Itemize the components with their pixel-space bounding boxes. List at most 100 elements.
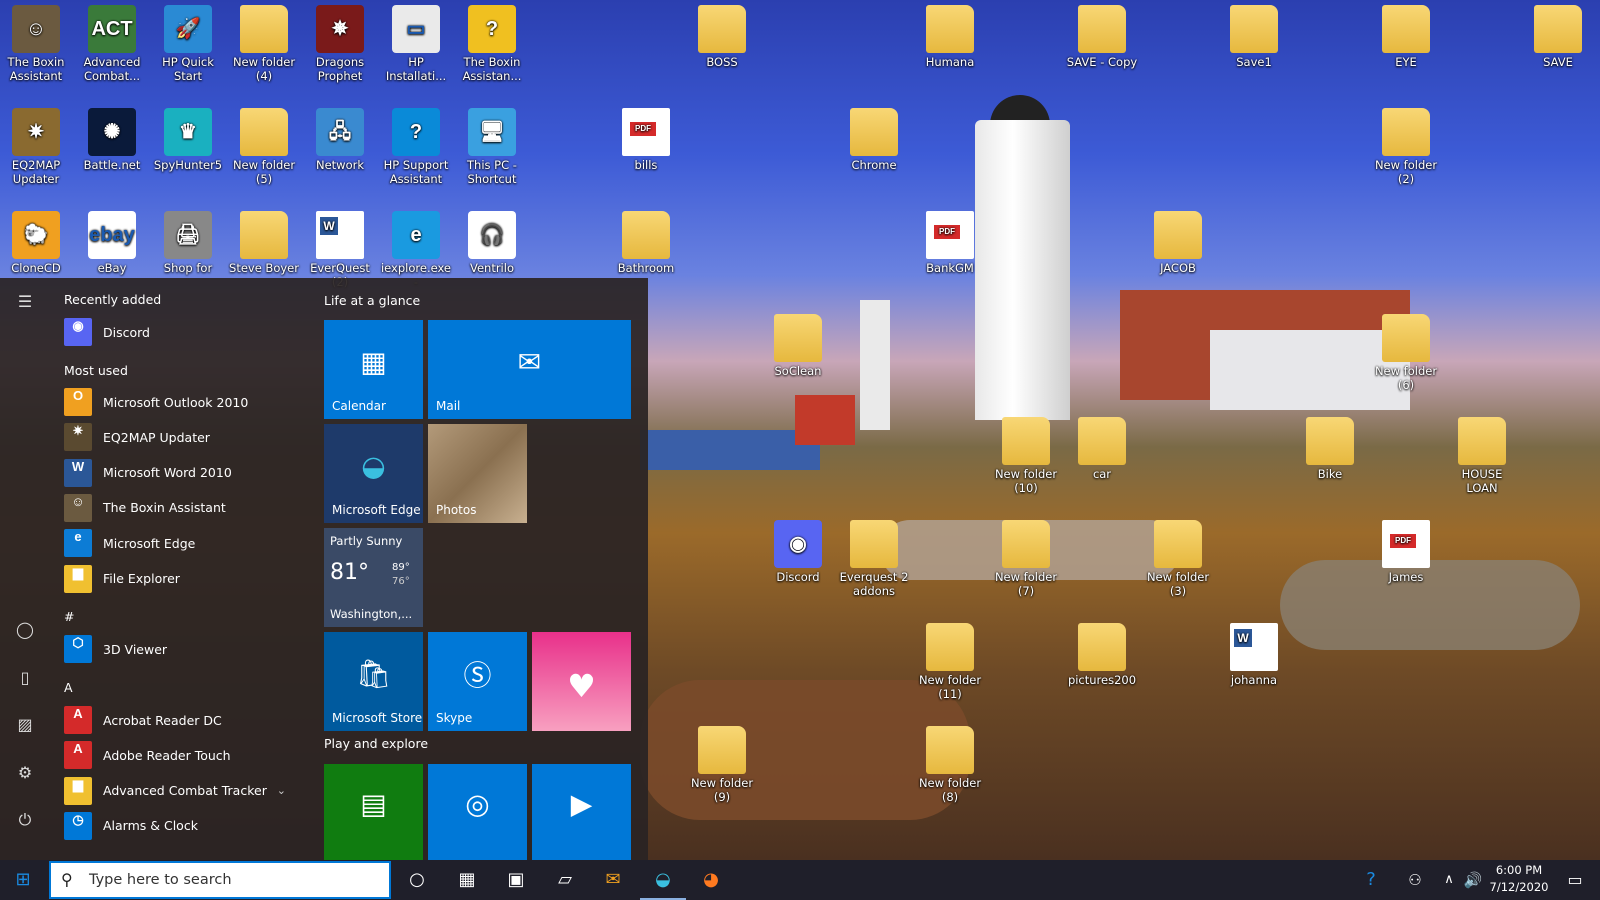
tile-candy-crush-soda[interactable]: ♥ <box>532 632 631 731</box>
tile-solitaire[interactable]: ▤ <box>324 764 423 860</box>
desktop-icon[interactable]: ? The Boxin Assistan... <box>456 5 528 83</box>
desktop-icon[interactable]: 🖨 Shop for <box>152 211 224 275</box>
desktop-icon[interactable]: Bathroom <box>610 211 682 275</box>
hash-header[interactable]: # <box>64 609 74 624</box>
desktop-icon[interactable]: bills <box>610 108 682 172</box>
notepad-icon[interactable]: ▱ <box>542 860 588 900</box>
windows-start-icon[interactable]: ⊞ <box>0 860 46 900</box>
desktop-icon[interactable]: ▭ HP Installati... <box>380 5 452 83</box>
search-box[interactable]: ⚲ Type here to search <box>49 861 391 899</box>
tile-weather[interactable]: Partly Sunny 81° 89° 76° Washington,... <box>324 528 423 627</box>
tile-movies-tv[interactable]: ▶ <box>532 764 631 860</box>
desktop-icon[interactable]: New folder (2) <box>1370 108 1442 186</box>
desktop-icon[interactable]: ✺ Battle.net <box>76 108 148 172</box>
desktop-icon[interactable]: ☺ The Boxin Assistant <box>0 5 72 83</box>
tile-microsoft-edge[interactable]: ◒ Microsoft Edge <box>324 424 423 523</box>
desktop-icon[interactable]: James <box>1370 520 1442 584</box>
tile-groove-music[interactable]: ◎ <box>428 764 527 860</box>
help-icon[interactable]: ? <box>1348 860 1394 900</box>
app-list-item[interactable]: ⬡ 3D Viewer <box>64 633 304 665</box>
app-icon: e <box>64 529 92 558</box>
folder-icon <box>698 5 746 53</box>
desktop-icon[interactable]: New folder (3) <box>1142 520 1214 598</box>
desktop-icon[interactable]: ◉ Discord <box>762 520 834 584</box>
desktop-icon[interactable]: ACT Advanced Combat... <box>76 5 148 83</box>
user-icon[interactable]: ◯ <box>13 618 37 642</box>
documents-icon[interactable]: ▯ <box>13 666 37 690</box>
desktop-icon[interactable]: johanna <box>1218 623 1290 687</box>
app-list-item[interactable]: ▆ Advanced Combat Tracker ⌄ <box>64 775 304 807</box>
chevron-down-icon[interactable]: ⌄ <box>277 784 286 797</box>
tile-photos[interactable]: Photos <box>428 424 527 523</box>
desktop-icon[interactable]: ✵ Dragons Prophet <box>304 5 376 83</box>
app-list-item[interactable]: ◷ Alarms & Clock <box>64 810 304 842</box>
desktop-icon-label: EYE <box>1395 55 1417 69</box>
desktop-icon[interactable]: SoClean <box>762 314 834 378</box>
hamburger-icon[interactable]: ☰ <box>13 290 37 314</box>
pictures-icon[interactable]: ▨ <box>13 713 37 737</box>
app-list[interactable]: Recently added ◉ Discord Most used O Micro… <box>50 278 310 860</box>
desktop-icon[interactable]: ♛ SpyHunter5 <box>152 108 224 172</box>
desktop-icon[interactable]: New folder (10) <box>990 417 1062 495</box>
task-view-icon[interactable]: ○ <box>394 860 440 900</box>
desktop-icon[interactable]: New folder (9) <box>686 726 758 804</box>
document-icon <box>316 211 364 259</box>
desktop-icon[interactable]: Chrome <box>838 108 910 172</box>
desktop-icon-label: Advanced Combat... <box>83 55 141 83</box>
app-list-item[interactable]: A Acrobat Reader DC <box>64 704 304 736</box>
desktop-icon[interactable]: SAVE - Copy <box>1066 5 1138 69</box>
desktop-icon[interactable]: New folder (7) <box>990 520 1062 598</box>
notifications-icon[interactable]: ▭ <box>1552 860 1598 900</box>
a-header[interactable]: A <box>64 680 73 695</box>
desktop-icon[interactable]: pictures200 <box>1066 623 1138 687</box>
desktop-icon[interactable]: 🐑 CloneCD <box>0 211 72 275</box>
desktop-icon[interactable]: HOUSE LOAN <box>1446 417 1518 495</box>
desktop-icon[interactable]: New folder (5) <box>228 108 300 186</box>
desktop-icon[interactable]: BOSS <box>686 5 758 69</box>
desktop-icon[interactable]: SAVE <box>1522 5 1594 69</box>
app-list-item[interactable]: e Microsoft Edge <box>64 527 304 559</box>
app-list-item[interactable]: ✷ EQ2MAP Updater <box>64 421 304 453</box>
desktop-icon[interactable]: New folder (11) <box>914 623 986 701</box>
power-icon[interactable]: ⏻ <box>13 808 37 832</box>
desktop-icon-label: Network <box>315 158 365 172</box>
tile-skype[interactable]: Ⓢ Skype <box>428 632 527 731</box>
desktop-icon[interactable]: Humana <box>914 5 986 69</box>
desktop-icon[interactable]: ? HP Support Assistant <box>380 108 452 186</box>
desktop-icon[interactable]: EYE <box>1370 5 1442 69</box>
desktop-icon[interactable]: ebay eBay <box>76 211 148 275</box>
desktop-icon[interactable]: ✷ EQ2MAP Updater <box>0 108 72 186</box>
app-list-label: Acrobat Reader DC <box>103 712 222 728</box>
app-list-item[interactable]: ◉ Discord <box>64 316 304 348</box>
app-list-item[interactable]: ▆ File Explorer <box>64 563 304 595</box>
desktop-icon[interactable]: New folder (4) <box>228 5 300 83</box>
desktop-icon[interactable]: Steve Boyer <box>228 211 300 275</box>
app-list-item[interactable]: ☺ The Boxin Assistant <box>64 492 304 524</box>
desktop-icon[interactable]: BankGM <box>914 211 986 275</box>
tile-mail[interactable]: ✉ Mail <box>428 320 631 419</box>
search-icon: ⚲ <box>61 870 73 889</box>
desktop-icon[interactable]: JACOB <box>1142 211 1214 275</box>
app-list-item[interactable]: A Adobe Reader Touch <box>64 739 304 771</box>
desktop-icon[interactable]: car <box>1066 417 1138 481</box>
edge-taskbar-icon[interactable]: ◒ <box>640 860 686 900</box>
desktop-icon[interactable]: Everquest 2 addons <box>838 520 910 598</box>
outlook-icon[interactable]: ✉ <box>590 860 636 900</box>
system-clock[interactable]: 6:00 PM 7/12/2020 <box>1478 862 1560 896</box>
calculator-icon[interactable]: ▦ <box>444 860 490 900</box>
settings-icon[interactable]: ⚙ <box>13 761 37 785</box>
tile-microsoft-store[interactable]: 🛍 Microsoft Store <box>324 632 423 731</box>
app-list-item[interactable]: O Microsoft Outlook 2010 <box>64 386 304 418</box>
desktop-icon[interactable]: New folder (8) <box>914 726 986 804</box>
desktop-icon[interactable]: 🖧 Network <box>304 108 376 172</box>
firefox-icon[interactable]: ◕ <box>688 860 734 900</box>
desktop-icon[interactable]: 🎧 Ventrilo <box>456 211 528 275</box>
app-list-item[interactable]: W Microsoft Word 2010 <box>64 457 304 489</box>
desktop-icon[interactable]: Save1 <box>1218 5 1290 69</box>
desktop-icon[interactable]: Bike <box>1294 417 1366 481</box>
desktop-icon[interactable]: New folder (6) <box>1370 314 1442 392</box>
desktop-icon[interactable]: 🚀 HP Quick Start <box>152 5 224 83</box>
tile-calendar[interactable]: ▦ Calendar <box>324 320 423 419</box>
window-app-icon[interactable]: ▣ <box>493 860 539 900</box>
desktop-icon[interactable]: 🖥 This PC - Shortcut <box>456 108 528 186</box>
